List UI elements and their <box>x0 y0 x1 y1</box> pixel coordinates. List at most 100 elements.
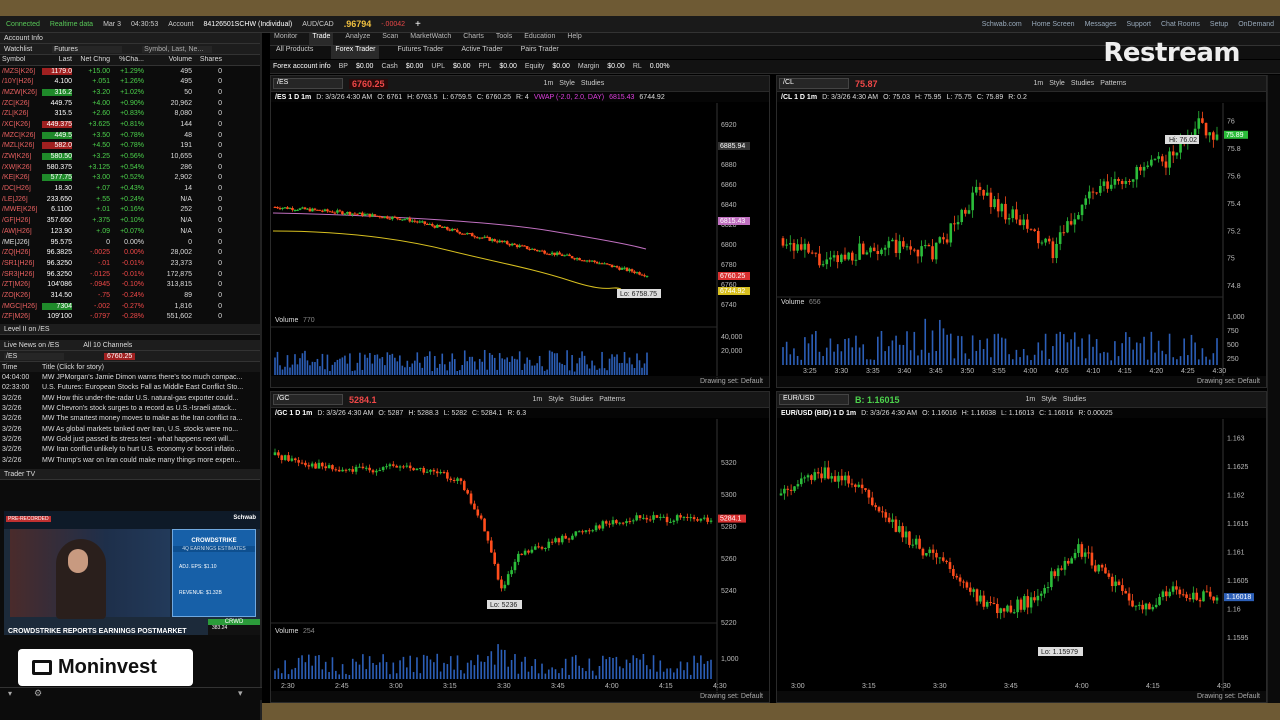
watchlist-title[interactable]: Watchlist <box>4 46 32 53</box>
level2-header[interactable]: Level II on /ES <box>0 324 260 336</box>
cl-patterns-button[interactable]: Patterns <box>1100 80 1126 87</box>
link-setup[interactable]: Setup <box>1210 21 1228 28</box>
chart-panel-cl[interactable]: /CL 75.87 1m Style Studies Patterns /CL … <box>776 75 1267 388</box>
watchlist-row[interactable]: /LE[J26] 233.650 +.55 +0.24% N/A 0 <box>0 194 260 205</box>
tab-tools[interactable]: Tools <box>496 33 512 45</box>
news-item[interactable]: 02:33:00 U.S. Futures: European Stocks Fa… <box>0 383 260 393</box>
news-item[interactable]: 3/2/26 MW Chevron's stock surges to a rec… <box>0 403 260 413</box>
watchlist-row[interactable]: /KE[K26] 577.75 +3.00 +0.52% 2,902 0 <box>0 173 260 184</box>
watchlist-row[interactable]: /XW[K26] 580.375 +3.125 +0.54% 286 0 <box>0 162 260 173</box>
subtab-pairs-trader[interactable]: Pairs Trader <box>521 46 559 59</box>
watchlist-row[interactable]: /GF[H26] 357.650 +.375 +0.10% N/A 0 <box>0 215 260 226</box>
live-news-title[interactable]: Live News on /ES <box>4 342 59 349</box>
watchlist-row[interactable]: /SR3[H26] 96.3250 -.0125 -0.01% 172,875 0 <box>0 269 260 280</box>
link-schwab[interactable]: Schwab.com <box>982 21 1022 28</box>
es-chart[interactable]: 6920690068806860684068206800678067606740… <box>271 103 770 388</box>
watchlist-row[interactable]: /MGC[H26] 7304 -.002 -0.27% 1,816 0 <box>0 301 260 312</box>
news-col-time[interactable]: Time <box>0 364 42 371</box>
watchlist-row[interactable]: /MWE[K26] 6.1100 +.01 +0.16% 252 0 <box>0 205 260 216</box>
account-info-header[interactable]: Account Info <box>0 33 260 44</box>
gc-style-button[interactable]: Style <box>548 396 564 403</box>
gc-chart[interactable]: 5320 5300 5280 5260 5240 5220 Lo: 5236 5284.1 Vo… <box>271 419 770 703</box>
gc-studies-button[interactable]: Studies <box>570 396 593 403</box>
watchlist-row[interactable]: /ZO[K26] 314.50 -.75 -0.24% 89 0 <box>0 290 260 301</box>
link-ondemand[interactable]: OnDemand <box>1238 21 1280 28</box>
link-chat-rooms[interactable]: Chat Rooms <box>1161 21 1200 28</box>
watchlist-row[interactable]: /10Y[H26] 4.100 +.051 +1.26% 495 0 <box>0 76 260 87</box>
watchlist-row[interactable]: /AW[H26] 123.90 +.09 +0.07% N/A 0 <box>0 226 260 237</box>
tab-scan[interactable]: Scan <box>382 33 398 45</box>
watchlist-row[interactable]: /ZQ[H26] 96.3825 -.0025 0.00% 28,002 0 <box>0 247 260 258</box>
tab-help[interactable]: Help <box>567 33 581 45</box>
watchlist-row[interactable]: /ME[J26] 95.575 0 0.00% 0 0 <box>0 237 260 248</box>
watchlist-row[interactable]: /ZL[K26] 315.5 +2.60 +0.83% 8,080 0 <box>0 108 260 119</box>
gc-timeframe[interactable]: 1m <box>533 396 543 403</box>
tab-education[interactable]: Education <box>524 33 555 45</box>
watchlist-row[interactable]: /ZT[M26] 104'086 -.0945 -0.10% 313,815 0 <box>0 279 260 290</box>
news-item[interactable]: 04:04:00 MW JPMorgan's Jamie Dimon warns … <box>0 372 260 382</box>
trader-tv-video[interactable]: PRE-RECORDED Schwab CROWDSTRIKE 4Q EARNI… <box>4 511 260 635</box>
cl-timeframe[interactable]: 1m <box>1034 80 1044 87</box>
watchlist-row[interactable]: /ZW[K26] 580.50 +3.25 +0.56% 10,655 0 <box>0 151 260 162</box>
tab-monitor[interactable]: Monitor <box>274 33 297 45</box>
col-net-change[interactable]: Net Chng <box>72 56 110 63</box>
cl-symbol-input[interactable]: /CL <box>779 78 849 89</box>
gc-symbol-input[interactable]: /GC <box>273 394 343 405</box>
link-home-screen[interactable]: Home Screen <box>1032 21 1075 28</box>
tab-charts[interactable]: Charts <box>463 33 484 45</box>
news-item[interactable]: 3/2/26 MW Iran conflict unlikely to hurt … <box>0 445 260 455</box>
link-support[interactable]: Support <box>1126 21 1151 28</box>
eur-symbol-input[interactable]: EUR/USD <box>779 394 849 405</box>
col-last[interactable]: Last <box>42 56 72 63</box>
es-symbol-input[interactable]: /ES <box>273 78 343 89</box>
chart-panel-es[interactable]: /ES 6760.25 1m Style Studies /ES 1 D 1m … <box>270 75 770 388</box>
gc-patterns-button[interactable]: Patterns <box>599 396 625 403</box>
volume-icon[interactable]: ▾ <box>8 689 12 698</box>
watchlist-row[interactable]: /ZF[M26] 109'100 -.0797 -0.28% 551,602 0 <box>0 312 260 323</box>
eur-chart[interactable]: 1.163 1.1625 1.162 1.1615 1.161 1.1605 1.16 1.1… <box>777 419 1267 703</box>
ticker-pair[interactable]: AUD/CAD <box>302 21 334 28</box>
tab-marketwatch[interactable]: MarketWatch <box>410 33 451 45</box>
trader-tv-header[interactable]: Trader TV <box>0 469 260 481</box>
es-style-button[interactable]: Style <box>559 80 575 87</box>
col-shares[interactable]: Shares <box>192 56 222 63</box>
watchlist-select[interactable]: Futures <box>52 45 123 53</box>
subtab-forex-trader[interactable]: Forex Trader <box>331 46 380 59</box>
chart-panel-eurusd[interactable]: EUR/USD B: 1.16015 1m Style Studies EUR/… <box>776 391 1267 703</box>
news-col-title[interactable]: Title (Click for story) <box>42 364 104 371</box>
watchlist-row[interactable]: /XC[K26] 449.375 +3.625 +0.81% 144 0 <box>0 119 260 130</box>
chart-panel-gc[interactable]: /GC 5284.1 1m Style Studies Patterns /GC… <box>270 391 770 703</box>
watchlist-row[interactable]: /SR1[H26] 96.3250 -.01 -0.01% 23,373 0 <box>0 258 260 269</box>
watchlist-row[interactable]: /DC[H26] 18.30 +.07 +0.43% 14 0 <box>0 183 260 194</box>
news-item[interactable]: 3/2/26 MW Trump's war on Iran could make … <box>0 455 260 465</box>
watchlist-row[interactable]: /MZC[K26] 449.5 +3.50 +0.78% 48 0 <box>0 130 260 141</box>
news-channel-select[interactable]: All 10 Channels <box>83 342 132 349</box>
news-symbol-input[interactable]: /ES <box>4 352 64 360</box>
news-item[interactable]: 3/2/26 MW How this under-the-radar U.S. n… <box>0 393 260 403</box>
col-symbol[interactable]: Symbol <box>0 56 42 63</box>
collapse-icon[interactable]: ▾ <box>238 688 243 699</box>
add-ticker-icon[interactable]: + <box>415 19 421 30</box>
cl-style-button[interactable]: Style <box>1049 80 1065 87</box>
watchlist-row[interactable]: /ZC[K26] 449.75 +4.00 +0.90% 20,962 0 <box>0 98 260 109</box>
subtab-futures-trader[interactable]: Futures Trader <box>397 46 443 59</box>
news-item[interactable]: 3/2/26 MW As global markets tanked over I… <box>0 424 260 434</box>
news-item[interactable]: 3/2/26 MW Gold just passed its stress tes… <box>0 434 260 444</box>
link-messages[interactable]: Messages <box>1085 21 1117 28</box>
es-studies-button[interactable]: Studies <box>581 80 604 87</box>
watchlist-row[interactable]: /MZS[K26] 1179.0 +15.00 +1.29% 495 0 <box>0 66 260 77</box>
subtab-all-products[interactable]: All Products <box>276 46 313 59</box>
eur-timeframe[interactable]: 1m <box>1026 396 1036 403</box>
watchlist-row[interactable]: /MZL[K26] 582.0 +4.50 +0.78% 191 0 <box>0 141 260 152</box>
watchlist-row[interactable]: /MZW[K26] 316.2 +3.20 +1.02% 50 0 <box>0 87 260 98</box>
eur-studies-button[interactable]: Studies <box>1063 396 1086 403</box>
symbol-search-input[interactable]: Symbol, Last, Ne... <box>142 45 213 53</box>
subtab-active-trader[interactable]: Active Trader <box>461 46 502 59</box>
tab-analyze[interactable]: Analyze <box>345 33 370 45</box>
news-item[interactable]: 3/2/26 MW The smartest money moves to mak… <box>0 414 260 424</box>
col-percent-change[interactable]: %Cha... <box>110 56 144 63</box>
tab-trade[interactable]: Trade <box>309 33 334 45</box>
es-timeframe[interactable]: 1m <box>544 80 554 87</box>
settings-icon[interactable]: ⚙ <box>34 688 42 699</box>
cl-studies-button[interactable]: Studies <box>1071 80 1094 87</box>
